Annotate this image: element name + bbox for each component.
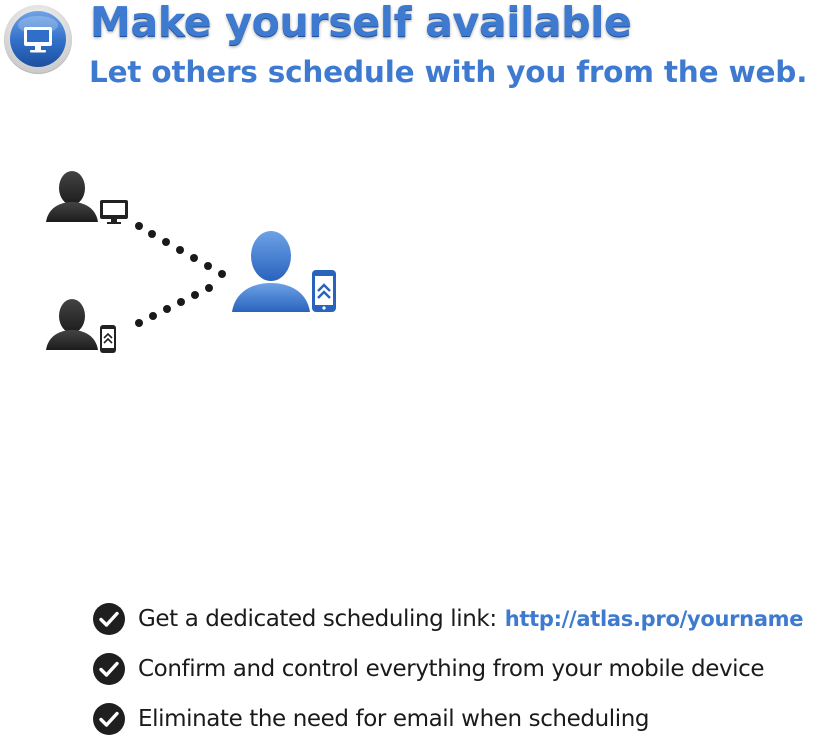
desktop-monitor-icon [100, 200, 128, 224]
checkmark-icon [93, 653, 125, 685]
feature-text: Get a dedicated scheduling link: [138, 606, 497, 632]
host-person-icon [232, 231, 310, 312]
dotted-connector [135, 222, 226, 327]
feature-text: Confirm and control everything from your… [138, 656, 765, 682]
page-subtitle: Let others schedule with you from the we… [89, 55, 808, 89]
scheduling-link[interactable]: http://atlas.pro/yourname [505, 607, 804, 631]
list-item: Confirm and control everything from your… [92, 644, 803, 694]
desktop-monitor-icon [2, 3, 74, 75]
mobile-phone-icon [312, 270, 336, 312]
scheduling-diagram [0, 150, 400, 370]
checkmark-icon [93, 603, 125, 635]
guest-person-icon [46, 171, 98, 222]
feature-text: Eliminate the need for email when schedu… [138, 706, 650, 732]
guest-person-icon [46, 299, 98, 350]
checkmark-icon [93, 703, 125, 735]
mobile-phone-icon [100, 325, 116, 353]
page-title: Make yourself available [90, 0, 632, 46]
list-item: Get a dedicated scheduling link: http://… [92, 594, 804, 644]
list-item: Eliminate the need for email when schedu… [92, 694, 803, 744]
feature-list: Get a dedicated scheduling link: http://… [92, 594, 804, 744]
